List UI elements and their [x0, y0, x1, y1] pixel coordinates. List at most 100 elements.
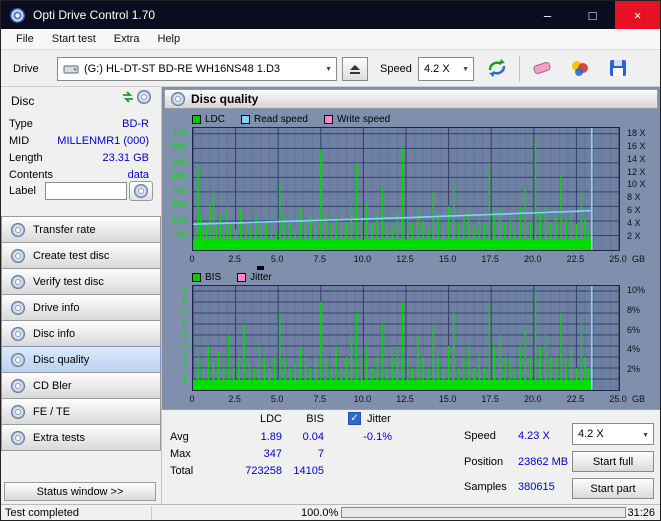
sidebar-item-label: Transfer rate — [33, 223, 96, 236]
sidebar-item-create-test-disc[interactable]: Create test disc — [1, 242, 161, 269]
toolbar-separator — [519, 56, 520, 82]
legend-swatch — [237, 272, 247, 282]
speed-combobox[interactable]: 4.2 X — [418, 57, 474, 81]
speed-check-button[interactable] — [483, 54, 511, 82]
max-bis-value: 7 — [317, 448, 324, 460]
legend-item: Write speed — [323, 113, 391, 125]
y-right-tick: 8% — [627, 304, 641, 315]
drive-icon — [63, 65, 79, 74]
quality-speed-combobox[interactable]: 4.2 X — [572, 423, 654, 445]
cd-icon — [11, 274, 25, 289]
sidebar-item-label: FE / TE — [33, 405, 71, 418]
x-tick: 2.5 — [228, 394, 241, 404]
ldc-chart-legend: LDC Read speed Write speed — [192, 113, 390, 125]
y-right-tick: 6% — [627, 324, 641, 335]
cd-icon — [11, 222, 25, 237]
disc-quality-ldc-svg — [192, 128, 620, 250]
samples-value: 380615 — [518, 481, 555, 493]
menu-file[interactable]: File — [7, 30, 43, 48]
menubar: File Start test Extra Help — [1, 29, 660, 50]
x-tick: 20.0 — [524, 254, 542, 264]
legend-item: BIS — [192, 272, 221, 283]
y-right-tick: 4 X — [627, 218, 641, 229]
maximize-button[interactable]: □ — [570, 1, 615, 29]
x-tick: 20.0 — [524, 394, 542, 404]
sidebar-item-disc-info[interactable]: Disc info — [1, 320, 161, 347]
sidebar-item-verify-test-disc[interactable]: Verify test disc — [1, 268, 161, 295]
start-full-button[interactable]: Start full — [572, 451, 654, 472]
y-left-tick: 4 — [181, 339, 187, 350]
info-row-mid: MID MILLENMR1 (000) — [9, 134, 149, 147]
eject-button[interactable] — [342, 57, 368, 81]
info-row-contents: Contents data — [9, 168, 149, 181]
status-window-button[interactable]: Status window >> — [4, 482, 156, 501]
bis-y-axis-right: 10% 8% 6% 4% 2% — [623, 285, 660, 391]
progress-percent: 100.0% — [301, 507, 339, 519]
sidebar-item-label: CD Bler — [33, 379, 72, 392]
legend-label: Read speed — [254, 113, 308, 125]
save-button[interactable] — [604, 54, 632, 82]
y-left-tick: 100 — [171, 214, 187, 225]
y-left-tick: 7 — [181, 306, 187, 317]
avg-bis-value: 0.04 — [302, 431, 324, 443]
app-window: Opti Drive Control 1.70 – □ × File Start… — [0, 0, 661, 521]
ldc-chart: LDC Read speed Write speed 400 350 300 250 200… — [162, 113, 660, 265]
x-tick: 25.0 — [609, 394, 627, 404]
drive-combobox-value: (G:) HL-DT-ST BD-RE WH16NS48 1.D3 — [84, 63, 281, 75]
bis-column-header: BIS — [306, 413, 324, 425]
sidebar-item-extra-tests[interactable]: Extra tests — [1, 424, 161, 451]
sidebar-item-drive-info[interactable]: Drive info — [1, 294, 161, 321]
sidebar-item-label: Verify test disc — [33, 275, 104, 288]
start-part-button[interactable]: Start part — [572, 478, 654, 499]
drive-combobox[interactable]: (G:) HL-DT-ST BD-RE WH16NS48 1.D3 — [57, 57, 337, 81]
legend-label: Write speed — [336, 113, 391, 125]
start-part-label: Start part — [590, 482, 636, 495]
speed-combobox-value: 4.2 X — [424, 63, 450, 75]
speed-result-label: Speed — [464, 430, 496, 442]
jitter-checkbox[interactable] — [348, 412, 361, 425]
sidebar-item-transfer-rate[interactable]: Transfer rate — [1, 216, 161, 243]
position-marker — [257, 266, 264, 270]
colors-button[interactable] — [566, 54, 594, 82]
label-input[interactable] — [45, 182, 127, 200]
minimize-button[interactable]: – — [525, 1, 570, 29]
cd-icon — [11, 352, 25, 367]
legend-swatch — [192, 114, 201, 124]
legend-label: BIS — [205, 271, 222, 283]
y-left-tick: 8 — [181, 295, 187, 306]
x-tick: 2.5 — [228, 254, 241, 264]
sidebar-item-fe-te[interactable]: FE / TE — [1, 398, 161, 425]
bis-plot-area — [192, 285, 620, 391]
x-tick: 10.0 — [353, 394, 372, 404]
drive-label: Drive — [13, 63, 39, 75]
statusbar-separator — [151, 506, 152, 520]
cd-icon — [137, 90, 151, 104]
speed-result-value: 4.23 X — [518, 430, 550, 442]
menu-start-test[interactable]: Start test — [43, 30, 105, 48]
main-panel: Disc quality LDC Read speed Write speed 40… — [162, 87, 660, 504]
type-label: Type — [9, 117, 33, 130]
y-left-tick: 350 — [171, 142, 187, 153]
bis-y-axis-left: 987654321 — [162, 285, 190, 391]
y-left-tick: 250 — [171, 171, 187, 182]
erase-disc-button[interactable] — [528, 54, 556, 82]
menu-extra[interactable]: Extra — [105, 30, 149, 48]
disc-refresh-icon[interactable] — [121, 90, 151, 104]
length-value: 23.31 GB — [102, 151, 149, 164]
menu-help[interactable]: Help — [148, 30, 189, 48]
disc-label-button[interactable] — [129, 181, 153, 201]
status-window-label: Status window >> — [36, 485, 124, 498]
length-label: Length — [9, 151, 43, 164]
bis-chart-legend: BIS Jitter — [192, 271, 272, 283]
close-button[interactable]: × — [615, 1, 660, 29]
y-right-tick: 12 X — [627, 166, 646, 177]
sidebar-item-cd-bler[interactable]: CD Bler — [1, 372, 161, 399]
x-tick: 22.5 — [566, 254, 585, 264]
x-tick: 10.0 — [353, 254, 372, 264]
results-panel: LDC BIS Jitter Avg 1.89 0.04 -0.1% Max 3… — [162, 409, 660, 504]
sidebar-item-disc-quality[interactable]: Disc quality — [1, 346, 161, 373]
cd-icon — [11, 378, 25, 393]
elapsed-time: 31:26 — [627, 507, 655, 519]
cd-icon — [134, 184, 148, 198]
legend-item: LDC — [192, 114, 225, 125]
